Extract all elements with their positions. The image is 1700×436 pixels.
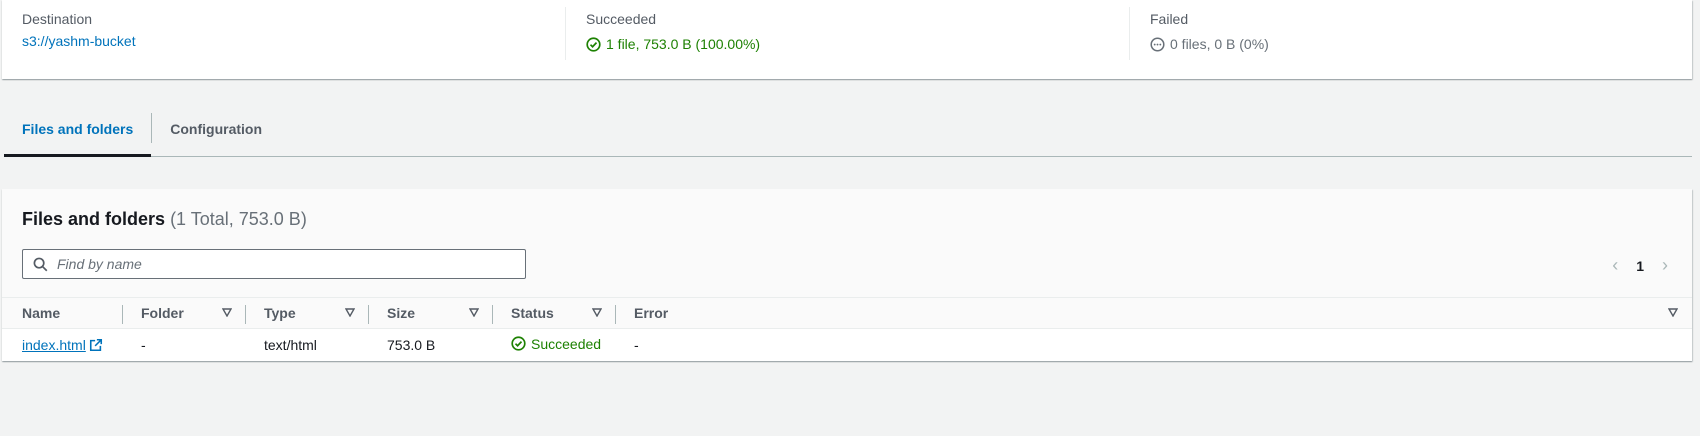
cell-name: index.html: [2, 329, 123, 361]
search-box: [22, 249, 526, 279]
col-error-label: Error: [634, 305, 669, 321]
col-size-label: Size: [387, 305, 416, 321]
files-table: Name Folder Type Size Status Error index…: [2, 297, 1692, 361]
cell-type: text/html: [264, 336, 317, 353]
success-check-icon: [586, 36, 601, 52]
col-type-label: Type: [264, 305, 296, 321]
file-name[interactable]: index.html: [22, 337, 86, 353]
pending-dots-icon: [1150, 36, 1165, 52]
cell-status: Succeeded: [493, 329, 616, 361]
files-panel-header: Files and folders (1 Total, 753.0 B) ‹ 1…: [2, 189, 1692, 297]
succeeded-value: 1 file, 753.0 B (100.00%): [586, 35, 1109, 53]
col-header-name[interactable]: Name: [2, 298, 123, 329]
cell-folder: -: [141, 336, 146, 353]
panel-title: Files and folders (1 Total, 753.0 B): [22, 207, 307, 231]
sort-caret-icon[interactable]: [592, 308, 602, 317]
external-link-icon[interactable]: [89, 338, 103, 352]
succeeded-label: Succeeded: [586, 11, 657, 27]
cell-error: -: [634, 336, 639, 353]
cell-size: 753.0 B: [387, 336, 436, 353]
col-header-error[interactable]: Error: [616, 298, 1692, 329]
pagination: ‹ 1 ›: [1612, 255, 1668, 276]
sort-caret-icon[interactable]: [345, 308, 355, 317]
col-folder-label: Folder: [141, 305, 184, 321]
destination-label: Destination: [22, 11, 93, 27]
col-header-status[interactable]: Status: [493, 298, 616, 329]
current-page[interactable]: 1: [1636, 258, 1644, 274]
sort-caret-icon[interactable]: [1668, 308, 1678, 317]
success-check-icon: [511, 336, 526, 351]
destination-link[interactable]: s3://yashm-bucket: [22, 32, 545, 50]
col-header-type[interactable]: Type: [246, 298, 369, 329]
tab-configuration[interactable]: Configuration: [152, 110, 280, 156]
panel-count: (1 Total, 753.0 B): [170, 209, 307, 229]
failed-text: 0 files, 0 B (0%): [1170, 36, 1269, 52]
destination-section: Destination s3://yashm-bucket: [2, 0, 565, 79]
search-icon: [33, 257, 48, 271]
tab-files-and-folders[interactable]: Files and folders: [4, 110, 152, 157]
col-name-label: Name: [22, 305, 61, 321]
upload-summary: Destination s3://yashm-bucket Succeeded …: [2, 0, 1692, 79]
col-status-label: Status: [511, 305, 554, 321]
sort-caret-icon[interactable]: [469, 308, 479, 317]
table-row: index.html - text/html 753.0 B Succeeded…: [2, 329, 1692, 361]
search-input[interactable]: [55, 255, 525, 273]
failed-section: Failed 0 files, 0 B (0%): [1129, 7, 1692, 60]
status-badge: Succeeded: [511, 336, 601, 352]
col-header-size[interactable]: Size: [369, 298, 493, 329]
sort-caret-icon[interactable]: [222, 308, 232, 317]
next-page-icon[interactable]: ›: [1662, 255, 1668, 276]
status-text: Succeeded: [531, 335, 602, 352]
tab-bar: Files and folders Configuration: [4, 110, 1692, 157]
succeeded-section: Succeeded 1 file, 753.0 B (100.00%): [565, 7, 1129, 60]
failed-label: Failed: [1150, 11, 1189, 27]
succeeded-text: 1 file, 753.0 B (100.00%): [606, 36, 761, 52]
panel-title-text: Files and folders: [22, 209, 166, 229]
failed-value: 0 files, 0 B (0%): [1150, 35, 1672, 53]
table-header-row: Name Folder Type Size Status Error: [2, 297, 1692, 329]
col-header-folder[interactable]: Folder: [123, 298, 246, 329]
files-panel: Files and folders (1 Total, 753.0 B) ‹ 1…: [2, 189, 1692, 361]
file-link[interactable]: index.html: [22, 337, 103, 353]
prev-page-icon[interactable]: ‹: [1612, 255, 1618, 276]
